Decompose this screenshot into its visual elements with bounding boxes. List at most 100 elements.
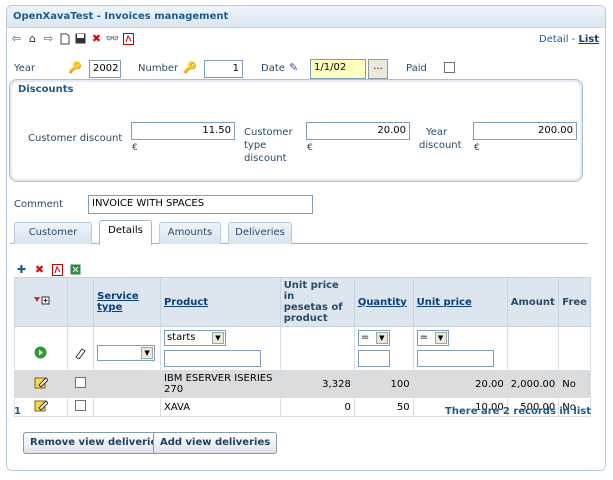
product-filter-operator[interactable]: starts ▼ [163, 330, 226, 346]
product-value: IBM ESERVER ISERIES [163, 373, 273, 384]
service-type-cell [93, 370, 161, 398]
page-number-link[interactable]: 1 [14, 406, 21, 417]
add-view-deliveries-button[interactable]: Add view deliveries [153, 432, 278, 454]
pdf-icon[interactable] [51, 263, 64, 276]
pesetas-cell: 3,328 [279, 370, 355, 398]
save-icon[interactable] [74, 32, 87, 45]
customer-type-discount-label-3: discount [244, 153, 287, 164]
row-checkbox-cell [66, 397, 95, 417]
unit-price-filter-operator[interactable]: = ▼ [416, 330, 449, 346]
product-filter-operator-value: starts [166, 332, 196, 343]
customer-discount-label: Customer discount [28, 133, 123, 144]
sort-service-type-link[interactable]: Service type [97, 291, 139, 313]
detail-view-label: Detail [539, 34, 569, 45]
excel-icon[interactable] [69, 263, 82, 276]
add-icon[interactable]: ✚ [15, 263, 28, 276]
product-value-line-2: 270 [163, 384, 184, 395]
details-table: Service type Product Unit price in peset… [14, 277, 591, 417]
apply-filter-icon[interactable] [14, 326, 68, 371]
unit-price-filter-operator-value: = [419, 332, 428, 343]
comment-label: Comment [14, 199, 63, 210]
records-count: There are 2 records in list [445, 406, 591, 417]
remove-view-deliveries-button[interactable]: Remove view deliveries [23, 432, 171, 454]
customize-columns-icon[interactable] [14, 277, 68, 327]
comment-field[interactable]: INVOICE WITH SPACES [88, 195, 313, 214]
new-document-icon[interactable] [58, 32, 71, 45]
row-checkbox-cell [66, 370, 95, 398]
pdf-icon[interactable] [122, 32, 135, 45]
currency-symbol: € [132, 143, 138, 153]
customer-type-discount-label-2: type [244, 140, 267, 151]
service-type-filter-select[interactable]: ▼ [97, 344, 156, 361]
column-service-type[interactable]: Service type [93, 277, 161, 327]
arrow-left-icon[interactable]: ⇦ [10, 32, 23, 45]
year-discount-field[interactable]: 200.00 [473, 122, 577, 140]
year-discount-label-1: Year [426, 127, 448, 138]
toolbar: ⇦ ⌂ ⇨ ✖ 👓 [10, 32, 135, 48]
edit-row-icon[interactable] [14, 397, 68, 417]
tab-amounts[interactable]: Amounts [159, 222, 221, 244]
service-type-cell [93, 397, 161, 417]
view-switch: Detail - List [539, 34, 599, 45]
year-field[interactable]: 2002 [89, 60, 121, 78]
product-filter-input[interactable] [163, 350, 261, 367]
edit-row-icon[interactable] [14, 370, 68, 398]
table-row[interactable]: IBM ESERVER ISERIES 270 3,328 100 20.00 … [14, 370, 591, 398]
pesetas-cell: 0 [279, 397, 355, 417]
unit-price-pesetas-header-1: Unit price in [283, 280, 339, 302]
quantity-cell: 100 [353, 370, 414, 398]
year-discount-label-2: discount [419, 140, 462, 151]
paid-checkbox[interactable] [444, 62, 455, 73]
sort-quantity-link[interactable]: Quantity [358, 297, 407, 308]
number-field[interactable]: 1 [204, 60, 243, 78]
date-label: Date [261, 63, 285, 74]
column-unit-price[interactable]: Unit price [412, 277, 508, 327]
unit-price-filter-cell: = ▼ [412, 326, 508, 371]
window-title: OpenXavaTest - Invoices management [7, 6, 605, 28]
column-quantity[interactable]: Quantity [353, 277, 414, 327]
row-checkbox[interactable] [74, 377, 86, 388]
sort-product-link[interactable]: Product [164, 297, 208, 308]
tab-customer[interactable]: Customer [14, 222, 92, 244]
tab-deliveries[interactable]: Deliveries [228, 222, 292, 244]
quantity-filter-input[interactable] [357, 350, 390, 367]
arrow-right-icon[interactable]: ⇨ [42, 32, 55, 45]
column-free: Free [558, 277, 591, 327]
free-cell: No [558, 370, 591, 398]
pesetas-filter-cell [279, 326, 355, 371]
row-checkbox[interactable] [74, 400, 86, 411]
list-view-link[interactable]: List [578, 34, 599, 45]
quantity-cell: 50 [353, 397, 414, 417]
quantity-filter-operator[interactable]: = ▼ [357, 330, 390, 346]
currency-symbol: € [307, 143, 313, 153]
home-icon[interactable]: ⌂ [26, 32, 39, 45]
date-picker-button[interactable]: ... [368, 59, 388, 79]
tab-details[interactable]: Details [99, 220, 152, 245]
unit-price-pesetas-header-2: pesetas of [283, 302, 343, 313]
search-icon[interactable]: 👓 [106, 32, 120, 45]
quantity-filter-operator-value: = [360, 332, 370, 343]
view-separator: - [568, 34, 579, 45]
collection-toolbar: ✚ ✖ [15, 263, 82, 276]
amount-cell: 2,000.00 [506, 370, 560, 398]
date-field[interactable]: 1/1/02 [310, 59, 366, 79]
year-label: Year [14, 63, 36, 74]
sort-unit-price-link[interactable]: Unit price [417, 297, 472, 308]
customer-type-discount-field[interactable]: 20.00 [306, 122, 410, 140]
delete-icon[interactable]: ✖ [90, 32, 103, 45]
clear-filter-icon[interactable] [66, 326, 95, 371]
key-icon: 🔑 [68, 61, 82, 74]
column-amount: Amount [506, 277, 560, 327]
unit-price-cell: 20.00 [412, 370, 508, 398]
unit-price-filter-input[interactable] [416, 350, 494, 367]
remove-icon[interactable]: ✖ [33, 263, 46, 276]
product-cell: XAVA [159, 397, 281, 417]
header-blank [66, 277, 95, 327]
product-cell: IBM ESERVER ISERIES 270 [159, 370, 281, 398]
product-filter-cell: starts ▼ [159, 326, 281, 371]
calendar-icon[interactable]: ✎ [289, 61, 298, 74]
table-header-row: Service type Product Unit price in peset… [14, 277, 591, 327]
column-product[interactable]: Product [159, 277, 281, 327]
customer-discount-field[interactable]: 11.50 [131, 122, 235, 140]
filter-row: ▼ starts ▼ = ▼ = ▼ [14, 326, 591, 371]
